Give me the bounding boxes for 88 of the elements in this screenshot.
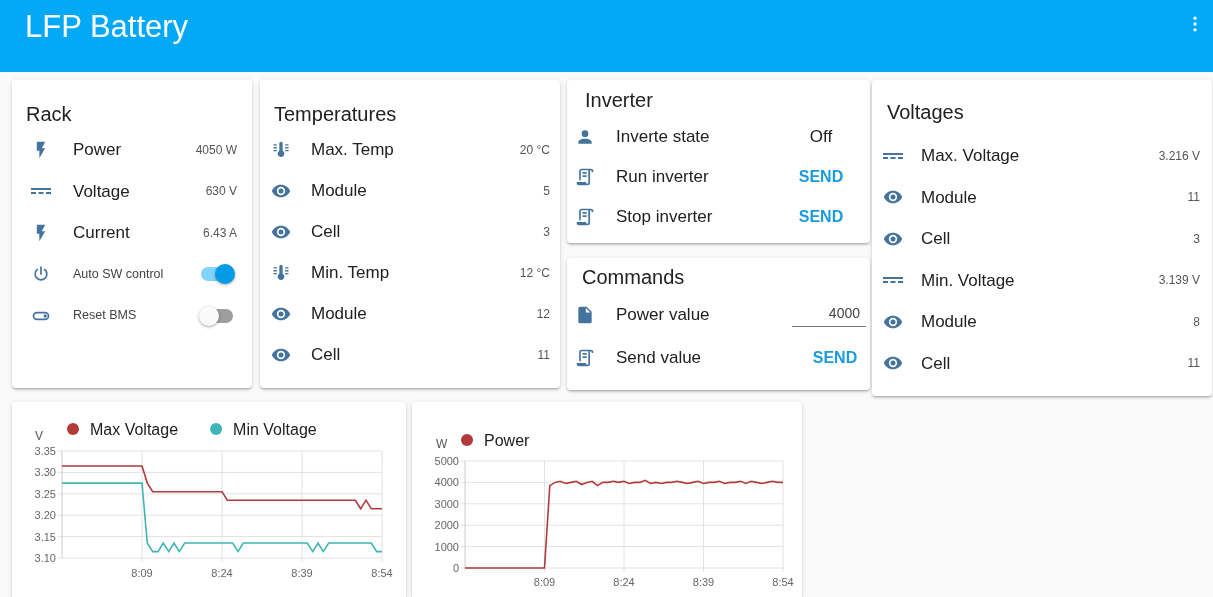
row-value: 630 V <box>205 183 237 201</box>
state-value: Off <box>808 126 834 149</box>
axis-tick-label: 2000 <box>434 519 459 532</box>
row-value: 3 <box>1193 230 1200 248</box>
send-button[interactable]: SEND <box>790 203 852 231</box>
axis-tick-label: 4000 <box>434 476 459 489</box>
axis-tick-label: 0 <box>452 562 459 574</box>
row-value: 8 <box>1193 313 1200 331</box>
axis-tick-label: 8:54 <box>772 576 794 588</box>
legend-label: Max Voltage <box>90 421 179 438</box>
row-label: Min. Temp <box>311 261 391 284</box>
axis-tick-label: 3.15 <box>34 530 56 543</box>
row-label: Run inverter <box>616 166 710 189</box>
axis-tick-label: 8:09 <box>131 567 153 579</box>
axis-tick-label: 3.35 <box>34 445 56 457</box>
app-title: LFP Battery <box>25 8 189 46</box>
card-title: Commands <box>581 265 686 289</box>
row-label: Max. Voltage <box>921 145 1021 167</box>
row-value: 12 °C <box>519 264 550 282</box>
row-value: 12 <box>536 305 550 323</box>
dc-voltage-icon <box>31 188 51 195</box>
row-label: Module <box>921 311 978 333</box>
axis-tick-label: 1000 <box>434 540 459 553</box>
thermometer-icon <box>271 262 291 283</box>
axis-label: W <box>436 437 448 451</box>
input-field[interactable]: 4000 <box>792 302 866 327</box>
row-label: Cell <box>311 220 342 243</box>
row-value: 3.216 V <box>1158 147 1200 165</box>
scroll-icon <box>575 347 595 368</box>
toggle-switch[interactable] <box>199 264 235 285</box>
row-value: 4050 W <box>195 141 237 159</box>
legend-label: Power <box>484 432 530 449</box>
axis-tick-label: 8:39 <box>291 567 313 579</box>
dc-voltage-icon <box>883 277 903 284</box>
file-icon <box>575 304 595 325</box>
send-button[interactable]: SEND <box>804 343 866 372</box>
row-label: Module <box>311 302 368 325</box>
row-label: Auto SW control <box>73 265 165 283</box>
axis-tick-label: 8:54 <box>371 567 393 579</box>
row-value: 11 <box>1187 189 1200 207</box>
card-title: Rack <box>25 102 73 126</box>
legend-label: Min Voltage <box>233 421 317 438</box>
row-label: Voltage <box>73 180 131 203</box>
row-value: 3.139 V <box>1158 272 1200 290</box>
row-label: Min. Voltage <box>921 269 1016 292</box>
row-label: Cell <box>921 228 952 250</box>
legend-marker <box>210 423 223 435</box>
row-label: Power value <box>616 303 711 326</box>
row-label: Send value <box>616 346 703 369</box>
row-label: Module <box>921 186 978 209</box>
row-label: Inverte state <box>616 126 711 149</box>
row-label: Reset BMS <box>73 307 138 325</box>
legend-marker <box>461 434 473 446</box>
row-label: Stop inverter <box>616 206 714 229</box>
axis-tick-label: 8:24 <box>613 576 635 588</box>
toggle-switch[interactable] <box>199 305 235 326</box>
axis-tick-label: 8:24 <box>211 567 233 579</box>
dc-voltage-icon <box>883 152 903 159</box>
row-value: 6.43 A <box>202 224 237 242</box>
card-title: Inverter <box>584 88 654 112</box>
row-label: Cell <box>921 352 952 375</box>
row-label: Module <box>311 179 368 202</box>
scroll-icon <box>575 207 595 227</box>
axis-tick-label: 3000 <box>434 497 459 510</box>
card-title: Temperatures <box>273 102 398 126</box>
scroll-icon <box>575 167 595 187</box>
row-value: 5 <box>543 182 550 200</box>
row-value: 3 <box>543 223 550 241</box>
row-value: 20 °C <box>519 141 550 159</box>
row-label: Cell <box>311 343 342 366</box>
axis-tick-label: 8:39 <box>692 576 715 588</box>
axis-label: V <box>35 429 43 443</box>
row-label: Current <box>73 222 131 244</box>
row-label: Power <box>73 139 123 161</box>
axis-tick-label: 3.30 <box>34 466 56 479</box>
axis-tick-label: 3.20 <box>34 509 56 522</box>
row-value: 11 <box>1187 355 1200 373</box>
person-icon <box>575 127 595 147</box>
row-value: 11 <box>537 346 550 364</box>
card-title: Voltages <box>886 100 965 124</box>
axis-tick-label: 5000 <box>434 455 459 467</box>
thermometer-icon <box>271 139 291 160</box>
axis-tick-label: 3.10 <box>34 552 56 564</box>
axis-tick-label: 8:09 <box>533 576 556 588</box>
row-label: Max. Temp <box>311 138 395 161</box>
send-button[interactable]: SEND <box>790 163 852 191</box>
legend-marker <box>67 423 79 435</box>
axis-tick-label: 3.25 <box>34 487 56 500</box>
